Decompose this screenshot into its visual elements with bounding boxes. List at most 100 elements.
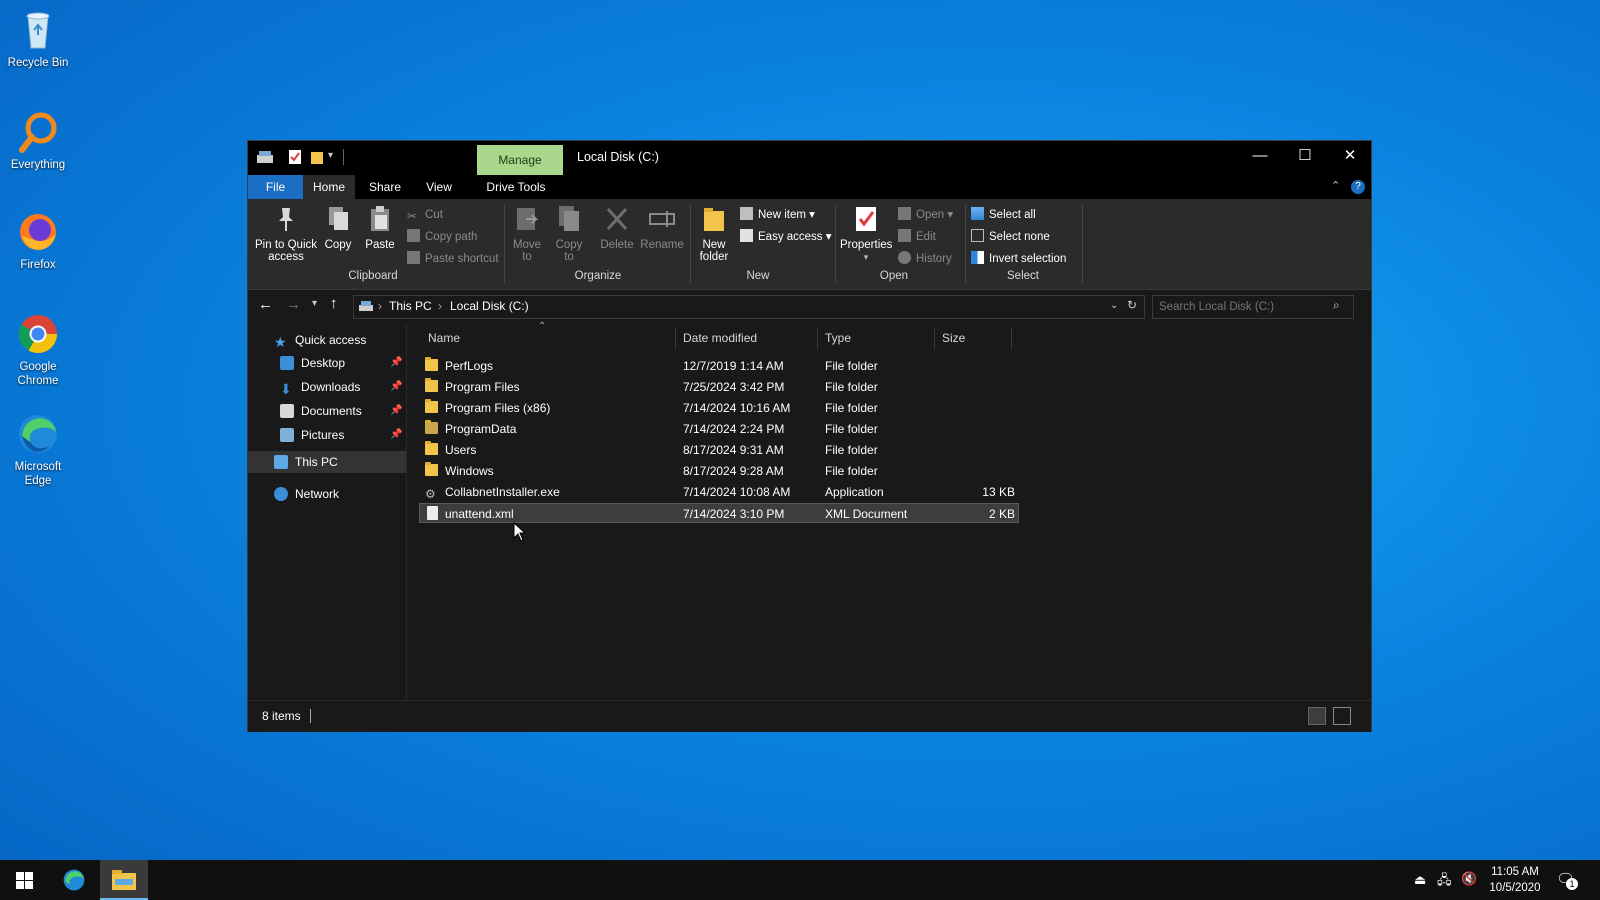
new-folder-button[interactable]: New folder [694,205,734,263]
usb-device-icon[interactable]: ⏏ [1414,872,1426,888]
column-separator[interactable] [817,327,818,349]
refresh-icon[interactable]: ↻ [1127,298,1137,312]
file-type: Application [825,485,884,499]
nav-desktop[interactable]: Desktop [280,352,345,374]
history-button[interactable]: History [898,250,952,268]
breadcrumb-local-disk[interactable]: Local Disk (C:) [450,299,529,313]
paste-shortcut-button[interactable]: Paste shortcut [407,250,499,268]
select-none-button[interactable]: Select none [971,228,1050,246]
help-icon[interactable]: ? [1351,180,1365,194]
desktop-icon-everything[interactable]: Everything [4,110,72,172]
file-row[interactable]: Users 8/17/2024 9:31 AM File folder [419,440,1019,460]
large-icons-view-icon[interactable] [1333,707,1351,725]
taskbar-file-explorer[interactable] [100,860,148,900]
group-separator [835,205,836,283]
nav-this-pc[interactable]: This PC [274,451,338,473]
easy-access-button[interactable]: Easy access ▾ [740,228,832,246]
file-name: unattend.xml [445,507,514,521]
file-row[interactable]: ⚙ CollabnetInstaller.exe 7/14/2024 10:08 A… [419,482,1019,502]
maximize-button[interactable]: ☐ [1282,141,1328,171]
cut-button[interactable]: ✂ Cut [407,206,443,224]
rename-button[interactable]: Rename [640,205,684,251]
move-to-button[interactable]: Move to [508,205,546,263]
up-button[interactable]: ↑ [330,295,338,312]
copy-path-icon [407,229,420,242]
tab-view[interactable]: View [418,175,460,199]
tab-drive-tools[interactable]: Drive Tools [481,175,551,199]
address-bar[interactable]: › This PC › Local Disk (C:) ⌄ ↻ [353,295,1145,319]
new-folder-icon[interactable] [310,149,324,165]
tab-file[interactable]: File [248,175,303,199]
file-name: Program Files (x86) [445,401,551,415]
nav-pictures[interactable]: Pictures [280,424,344,446]
column-header-type[interactable]: Type [825,327,851,349]
nav-network[interactable]: Network [274,483,339,505]
open-button[interactable]: Open ▾ [898,206,953,224]
paste-shortcut-icon [407,251,420,264]
taskbar-edge[interactable] [50,860,98,900]
search-box[interactable]: ⌕ [1152,295,1354,319]
address-dropdown-icon[interactable]: ⌄ [1110,300,1118,311]
file-row[interactable]: ProgramData 7/14/2024 2:24 PM File folder [419,419,1019,439]
properties-button[interactable]: Properties ▾ [840,205,892,263]
new-item-button[interactable]: New item ▾ [740,206,815,224]
nav-quick-access[interactable]: ★ Quick access [274,329,366,351]
collapse-ribbon-icon[interactable]: ⌃ [1331,179,1340,192]
nav-label: Documents [301,404,362,418]
desktop-icon-chrome[interactable]: Google Chrome [4,312,72,388]
column-header-size[interactable]: Size [942,327,965,349]
copy-button[interactable]: Copy [320,205,356,251]
invert-selection-button[interactable]: Invert selection [971,250,1066,268]
close-button[interactable]: ✕ [1327,141,1373,171]
file-row[interactable]: Program Files 7/25/2024 3:42 PM File folde… [419,377,1019,397]
customize-dropdown-icon[interactable]: ▾ [328,150,333,161]
forward-button[interactable]: → [286,296,301,313]
file-row[interactable]: Windows 8/17/2024 9:28 AM File folder [419,461,1019,481]
nav-downloads[interactable]: ⬇ Downloads [280,376,360,398]
column-separator[interactable] [934,327,935,349]
column-separator[interactable] [1011,327,1012,349]
breadcrumb-this-pc[interactable]: This PC [389,299,432,313]
copy-path-button[interactable]: Copy path [407,228,477,246]
volume-muted-icon[interactable]: 🔇 [1461,871,1477,887]
back-button[interactable]: ← [258,296,273,313]
desktop-icon-label: Google Chrome [17,361,59,387]
minimize-button[interactable]: — [1237,141,1283,171]
status-divider [310,709,311,723]
column-separator[interactable] [675,327,676,349]
file-row-selected[interactable]: unattend.xml 7/14/2024 3:10 PM XML Documen… [419,503,1019,523]
column-header-name[interactable]: Name [428,327,460,349]
desktop-icon-firefox[interactable]: Firefox [4,210,72,272]
clock-date: 10/5/2020 [1489,882,1541,894]
properties-icon[interactable] [288,149,302,165]
action-center-button[interactable]: 🗨 1 [1556,870,1578,890]
system-clock[interactable]: 11:05 AM 10/5/2020 [1482,864,1548,896]
properties-dropdown-icon[interactable]: ▾ [864,252,869,262]
application-icon: ⚙ [425,487,436,501]
delete-button[interactable]: Delete [598,205,636,251]
tab-manage[interactable]: Manage [477,145,563,175]
start-button[interactable] [0,860,48,900]
file-row[interactable]: Program Files (x86) 7/14/2024 10:16 AM Fil… [419,398,1019,418]
tab-home[interactable]: Home [303,175,355,199]
navigation-pane: ★ Quick access Desktop 📌 ⬇ Downloads 📌 Doc… [248,324,407,700]
search-input[interactable] [1157,298,1326,316]
desktop-icon-edge[interactable]: Microsoft Edge [4,412,72,488]
edit-button[interactable]: Edit [898,228,936,246]
pin-to-quick-access-button[interactable]: Pin to Quick access [254,205,318,263]
everything-search-icon [16,110,60,154]
desktop-icon-recycle-bin[interactable]: Recycle Bin [4,8,72,70]
column-header-date[interactable]: Date modified [683,327,757,349]
paste-button[interactable]: Paste [362,205,398,251]
select-all-button[interactable]: Select all [971,206,1036,224]
network-status-icon[interactable]: 🖧 [1437,871,1452,893]
file-type: File folder [825,401,878,415]
copy-to-button[interactable]: Copy to [550,205,588,263]
edit-icon [898,229,911,242]
recent-locations-dropdown-icon[interactable]: ▾ [312,298,317,309]
file-row[interactable]: PerfLogs 12/7/2019 1:14 AM File folder [419,356,1019,376]
nav-documents[interactable]: Documents [280,400,362,422]
windows-logo-icon [16,872,33,889]
details-view-icon[interactable] [1308,707,1326,725]
tab-share[interactable]: Share [361,175,409,199]
